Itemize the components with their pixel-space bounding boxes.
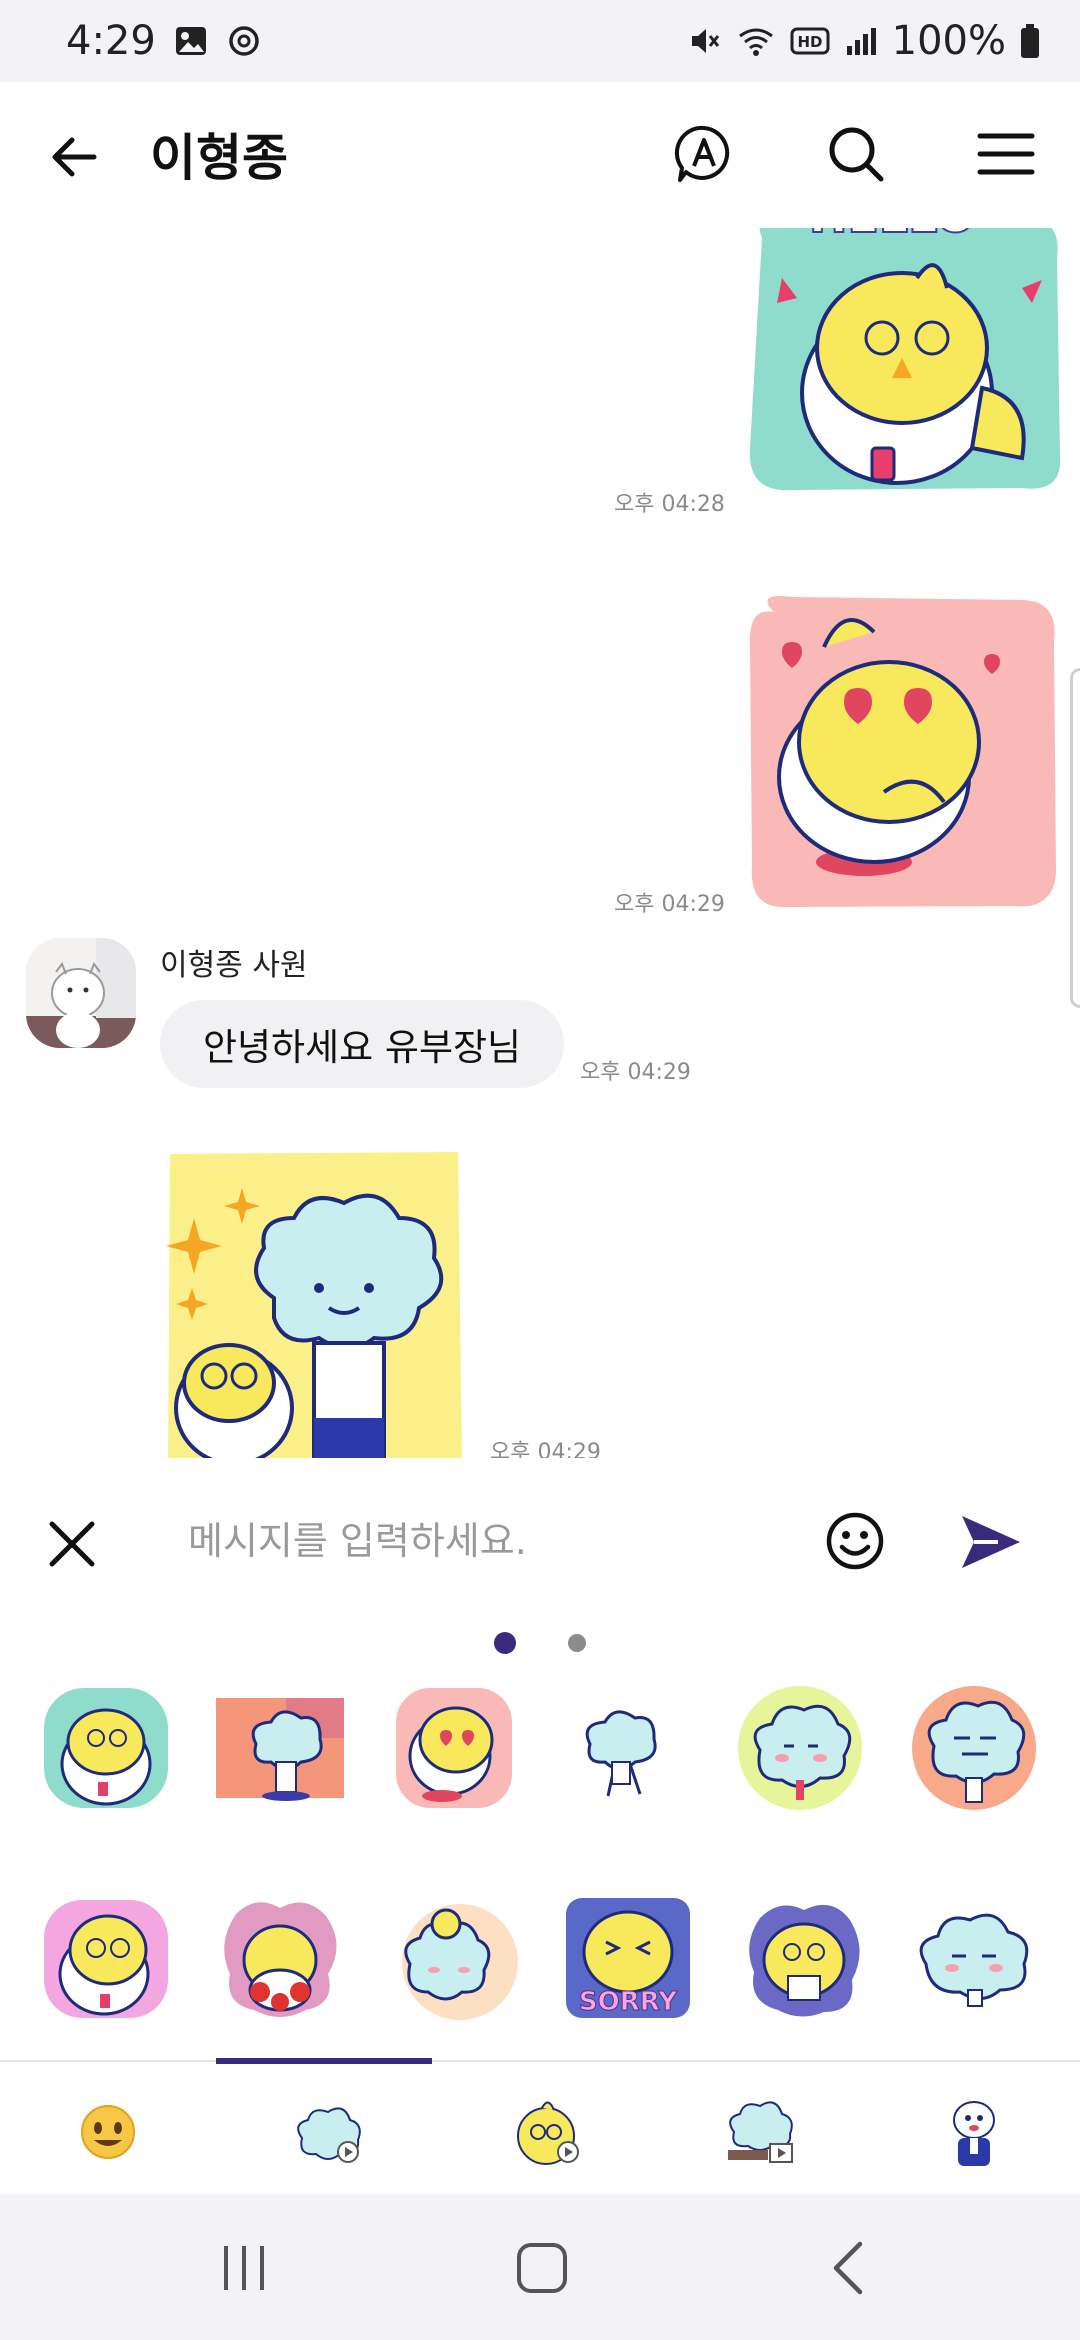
chick-glasses-sticker[interactable] [42,1684,170,1812]
sorry-sticker-label: SORRY [579,1987,678,2017]
message-input-bar: 메시지를 입력하세요. [0,1458,1080,1620]
wifi-icon [736,24,776,58]
sender-name: 이형종 사원 [160,948,308,983]
gallery-icon [174,24,208,58]
status-time: 4:29 [66,18,156,64]
svg-text:HD: HD [797,33,822,51]
cloud-laptop-pack-tab[interactable] [720,2092,800,2172]
cloud-sticker-pack-tab[interactable] [288,2092,368,2172]
avatar[interactable] [26,938,136,1048]
emoji-face-icon[interactable] [824,1510,886,1572]
battery-percent: 100% [891,18,1006,64]
chat-header: 이형종 [0,82,1080,228]
cloud-tired-sticker[interactable] [910,1894,1038,2022]
mute-icon [688,24,722,58]
close-icon[interactable] [44,1516,100,1572]
chick-reading-sticker[interactable] [740,1894,868,2022]
sync-icon [226,23,262,59]
menu-icon[interactable] [974,122,1038,186]
page-indicator-dot-active[interactable] [494,1632,516,1654]
home-icon[interactable] [512,2238,572,2298]
message-time: 오후 04:29 [614,892,725,917]
system-nav-bar [0,2194,1080,2340]
scroll-handle[interactable] [1070,668,1080,1008]
love-chick-sticker[interactable] [744,592,1060,912]
hd-icon: HD [790,26,830,56]
chick-sticker-pack-tab[interactable] [508,2092,588,2172]
cloud-and-chick-sticker[interactable] [164,1148,464,1458]
chick-sorry-sticker[interactable]: SORRY [564,1894,692,2022]
sticker-panel: SORRY [0,1600,1080,2060]
cloud-running-sticker[interactable] [560,1684,688,1812]
message-time: 오후 04:29 [490,1440,601,1458]
message-bubble[interactable]: 안녕하세요 유부장님 [160,1000,564,1088]
active-tab-indicator [216,2058,432,2064]
character-pack-tab[interactable] [934,2092,1014,2172]
back-nav-icon[interactable] [820,2238,876,2298]
hello-chick-sticker[interactable]: HELLO [742,228,1062,498]
chick-thinking-sticker[interactable] [42,1894,170,2022]
signal-icon [844,24,878,58]
battery-icon [1020,23,1040,59]
cloud-walking-sticker[interactable] [216,1684,344,1812]
emoji-tab[interactable] [68,2092,148,2172]
status-bar: 4:29 HD 100% [0,0,1080,82]
send-icon[interactable] [958,1512,1024,1572]
chick-heart-eyes-sticker[interactable] [390,1684,518,1812]
message-time: 오후 04:28 [614,492,725,517]
recent-apps-icon[interactable] [216,2240,272,2296]
search-icon[interactable] [824,122,888,186]
chick-flowers-sticker[interactable] [216,1894,344,2022]
chat-area[interactable]: HELLO 오후 04:28 오후 04:29 [0,228,1080,1458]
translate-a-icon[interactable] [672,122,736,186]
page-indicator-dot[interactable] [568,1634,586,1652]
cloud-chick-hug-sticker[interactable] [390,1894,518,2022]
cloud-blush-sticker[interactable] [736,1684,864,1812]
cloud-sleepy-sticker[interactable] [910,1684,1038,1812]
back-arrow-icon[interactable] [44,126,106,188]
chat-title: 이형종 [150,129,288,187]
message-time: 오후 04:29 [580,1060,691,1085]
message-input[interactable]: 메시지를 입력하세요. [188,1510,527,1565]
svg-text:HELLO: HELLO [809,228,975,243]
